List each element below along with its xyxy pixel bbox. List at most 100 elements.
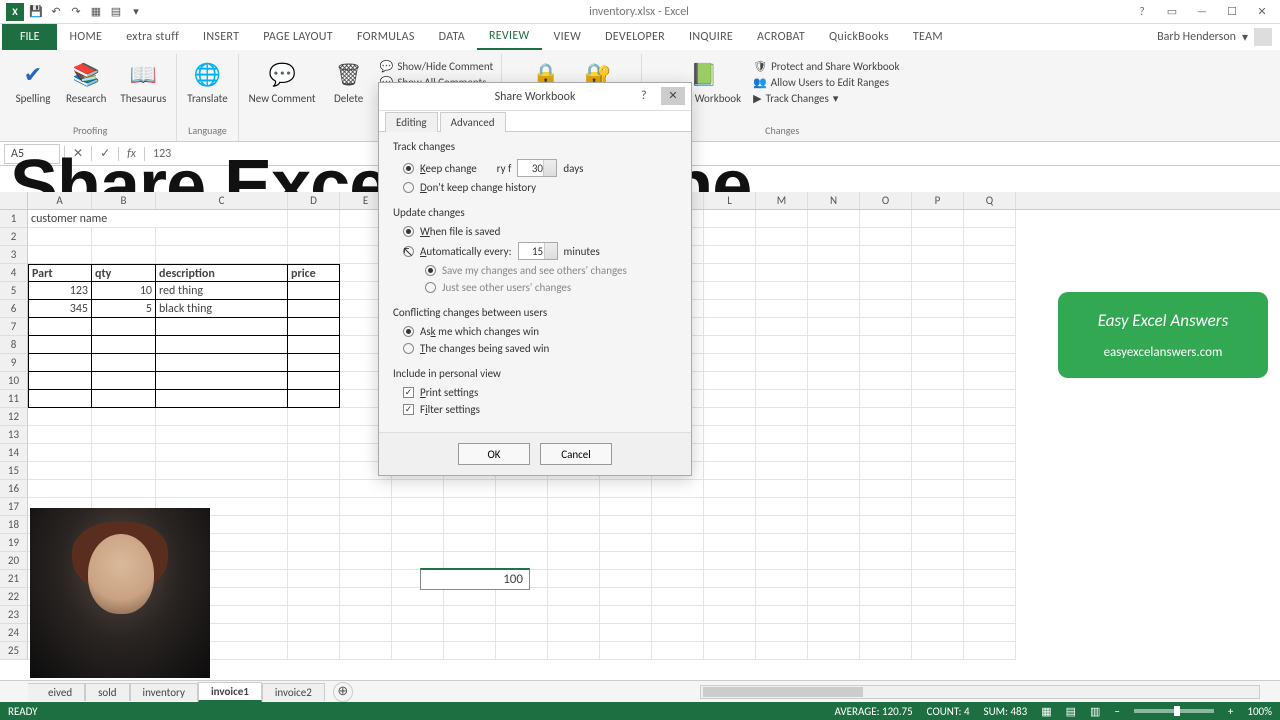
cell[interactable] bbox=[92, 228, 156, 246]
cell[interactable] bbox=[156, 336, 288, 354]
cell[interactable] bbox=[808, 588, 860, 606]
cell[interactable] bbox=[964, 534, 1016, 552]
cell[interactable]: price bbox=[288, 264, 340, 282]
cell[interactable] bbox=[392, 534, 444, 552]
cell[interactable] bbox=[392, 588, 444, 606]
cell[interactable] bbox=[444, 624, 496, 642]
row-header[interactable]: 4 bbox=[0, 264, 28, 282]
cell[interactable] bbox=[756, 570, 808, 588]
cell[interactable] bbox=[496, 480, 548, 498]
cell[interactable] bbox=[964, 336, 1016, 354]
cell[interactable] bbox=[28, 354, 92, 372]
cell[interactable] bbox=[600, 606, 652, 624]
cell[interactable] bbox=[704, 552, 756, 570]
cell[interactable] bbox=[288, 426, 340, 444]
cell[interactable] bbox=[600, 552, 652, 570]
select-all-button[interactable] bbox=[0, 192, 28, 209]
cell[interactable] bbox=[808, 300, 860, 318]
cell[interactable]: description bbox=[156, 264, 288, 282]
cell[interactable] bbox=[704, 354, 756, 372]
cell[interactable] bbox=[912, 264, 964, 282]
zoom-out-icon[interactable]: − bbox=[1114, 705, 1119, 718]
cell[interactable] bbox=[964, 246, 1016, 264]
cell[interactable] bbox=[548, 624, 600, 642]
cell[interactable] bbox=[288, 606, 340, 624]
spelling-button[interactable]: ✔Spelling bbox=[12, 56, 54, 107]
check-filter-settings[interactable]: Filter settings bbox=[403, 401, 677, 418]
cell[interactable] bbox=[704, 516, 756, 534]
cell[interactable] bbox=[444, 534, 496, 552]
tab-view[interactable]: VIEW bbox=[542, 24, 594, 50]
tab-extra[interactable]: extra stuff bbox=[114, 24, 191, 50]
cell[interactable] bbox=[964, 426, 1016, 444]
cell[interactable] bbox=[808, 354, 860, 372]
dialog-close-icon[interactable]: ✕ bbox=[661, 87, 685, 105]
cell[interactable] bbox=[756, 426, 808, 444]
cell[interactable] bbox=[156, 444, 288, 462]
cell[interactable] bbox=[808, 372, 860, 390]
cell[interactable] bbox=[912, 516, 964, 534]
cell[interactable] bbox=[28, 426, 92, 444]
cell[interactable] bbox=[444, 588, 496, 606]
cell[interactable]: red thing bbox=[156, 282, 288, 300]
tab-review[interactable]: REVIEW bbox=[477, 24, 542, 50]
cell[interactable] bbox=[156, 390, 288, 408]
cell[interactable] bbox=[156, 426, 288, 444]
cell[interactable] bbox=[444, 606, 496, 624]
cell[interactable] bbox=[652, 516, 704, 534]
cell[interactable] bbox=[912, 480, 964, 498]
cell[interactable] bbox=[496, 588, 548, 606]
cell[interactable] bbox=[860, 498, 912, 516]
tab-developer[interactable]: DEVELOPER bbox=[593, 24, 677, 50]
cell[interactable] bbox=[156, 462, 288, 480]
row-header[interactable]: 8 bbox=[0, 336, 28, 354]
cell[interactable] bbox=[756, 372, 808, 390]
cell[interactable] bbox=[912, 426, 964, 444]
row-header[interactable]: 19 bbox=[0, 534, 28, 552]
cell[interactable] bbox=[92, 480, 156, 498]
cell[interactable] bbox=[860, 570, 912, 588]
cell[interactable] bbox=[860, 462, 912, 480]
tab-quickbooks[interactable]: QuickBooks bbox=[817, 24, 901, 50]
fx-enter-icon[interactable]: ✓ bbox=[91, 146, 118, 161]
cell[interactable] bbox=[600, 588, 652, 606]
row-header[interactable]: 1 bbox=[0, 210, 28, 228]
view-layout-icon[interactable]: ▤ bbox=[1066, 705, 1076, 718]
cell[interactable] bbox=[756, 300, 808, 318]
cell[interactable] bbox=[600, 624, 652, 642]
cell[interactable] bbox=[340, 606, 392, 624]
radio-save-see-others[interactable]: Save my changes and see others' changes bbox=[425, 262, 677, 279]
cell[interactable] bbox=[808, 534, 860, 552]
cell[interactable] bbox=[808, 390, 860, 408]
cell[interactable] bbox=[912, 444, 964, 462]
cell[interactable] bbox=[964, 552, 1016, 570]
cell[interactable] bbox=[548, 588, 600, 606]
radio-automatically[interactable]: ↖Automatically every: 15 minutes bbox=[403, 240, 677, 262]
cell[interactable] bbox=[756, 444, 808, 462]
cell[interactable]: 123 bbox=[28, 282, 92, 300]
cell[interactable] bbox=[704, 570, 756, 588]
cell[interactable] bbox=[496, 516, 548, 534]
cell[interactable] bbox=[288, 318, 340, 336]
column-header[interactable]: A bbox=[28, 192, 92, 209]
cell[interactable] bbox=[756, 534, 808, 552]
cell[interactable] bbox=[288, 624, 340, 642]
cell[interactable] bbox=[28, 390, 92, 408]
cell[interactable] bbox=[288, 534, 340, 552]
zoom-level[interactable]: 100% bbox=[1247, 705, 1272, 718]
cell[interactable] bbox=[912, 282, 964, 300]
maximize-icon[interactable]: ☐ bbox=[1218, 3, 1246, 21]
cell[interactable] bbox=[964, 210, 1016, 228]
new-comment-button[interactable]: 💬New Comment bbox=[247, 56, 318, 107]
cell[interactable] bbox=[912, 246, 964, 264]
cell[interactable] bbox=[288, 408, 340, 426]
delete-comment-button[interactable]: 🗑Delete bbox=[328, 56, 370, 107]
cell[interactable] bbox=[600, 516, 652, 534]
thesaurus-button[interactable]: 📖Thesaurus bbox=[118, 56, 168, 107]
cell[interactable] bbox=[808, 606, 860, 624]
zoom-in-icon[interactable]: + bbox=[1228, 705, 1233, 718]
avatar-icon[interactable] bbox=[1254, 28, 1272, 46]
user-dropdown-icon[interactable]: ▾ bbox=[1242, 30, 1248, 45]
cell[interactable] bbox=[912, 408, 964, 426]
cell[interactable] bbox=[288, 516, 340, 534]
